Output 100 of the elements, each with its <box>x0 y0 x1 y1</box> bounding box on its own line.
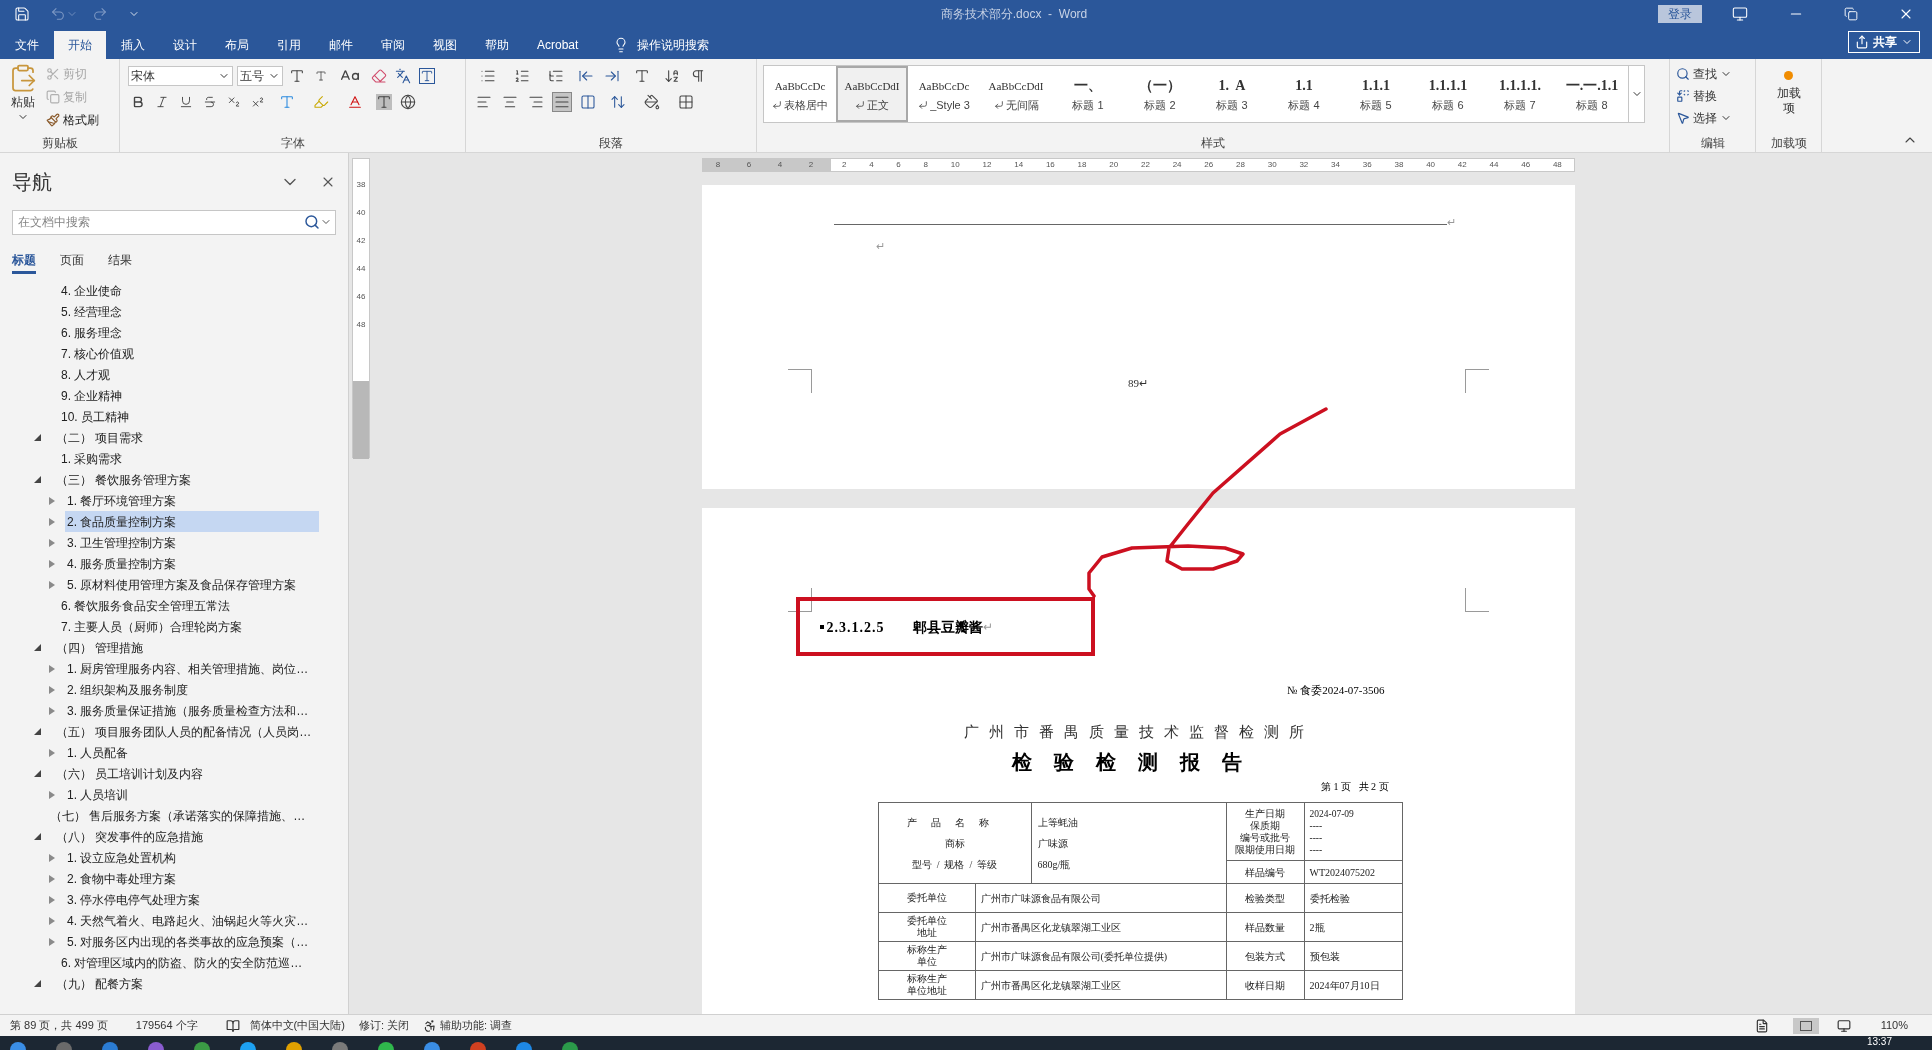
numbering-icon[interactable] <box>514 68 530 84</box>
strikethrough-icon[interactable] <box>203 95 217 109</box>
ribbon-tab[interactable]: 布局 <box>212 31 262 59</box>
style-item[interactable]: 一.一.1.1 标题 8 <box>1556 66 1628 122</box>
zoom-level[interactable]: 110% <box>1880 1017 1908 1034</box>
ribbon-tab[interactable]: 文件 <box>2 31 52 59</box>
page-count[interactable]: 第 89 页，共 499 页 <box>10 1017 108 1034</box>
ribbon-tab[interactable]: 插入 <box>108 31 158 59</box>
collapsed-triangle-icon[interactable] <box>49 748 55 757</box>
nav-tab[interactable]: 结果 <box>108 248 132 274</box>
taskbar-app-icon[interactable] <box>102 1042 118 1050</box>
subscript-icon[interactable] <box>227 95 241 109</box>
clipboard-action[interactable]: 格式刷 <box>46 109 99 130</box>
taskbar-app-icon[interactable] <box>148 1042 164 1050</box>
tell-me-search[interactable]: 操作说明搜索 <box>637 36 710 54</box>
phonetic-guide-icon[interactable] <box>395 68 411 84</box>
taskbar-app-icon[interactable] <box>470 1042 486 1050</box>
nav-heading-item[interactable]: 4. 服务质量控制方案 <box>65 553 177 574</box>
show-marks-icon[interactable] <box>690 68 706 84</box>
taskbar-app-icon[interactable] <box>378 1042 394 1050</box>
restore-icon[interactable] <box>1844 6 1858 21</box>
nav-heading-item[interactable]: 6. 服务理念 <box>59 322 123 343</box>
taskbar-app-icon[interactable] <box>516 1042 532 1050</box>
print-layout-icon[interactable] <box>1792 1017 1819 1034</box>
nav-heading-item[interactable]: （四） 管理措施 <box>54 637 144 658</box>
increase-indent-icon[interactable] <box>604 68 620 84</box>
nav-heading-item[interactable]: 5. 对服务区内出现的各类事故的应急预案（… <box>65 931 309 952</box>
ribbon-tab[interactable]: 视图 <box>420 31 470 59</box>
bullets-icon[interactable] <box>480 68 496 84</box>
style-item[interactable]: AaBbCcDc _Style 3 <box>908 66 980 122</box>
collapsed-triangle-icon[interactable] <box>49 517 55 526</box>
collapsed-triangle-icon[interactable] <box>49 706 55 715</box>
nav-heading-item[interactable]: （九） 配餐方案 <box>54 973 144 994</box>
collapsed-triangle-icon[interactable] <box>49 916 55 925</box>
nav-heading-item[interactable]: 1. 人员培训 <box>65 784 129 805</box>
nav-heading-item[interactable]: 7. 主要人员（厨师）合理轮岗方案 <box>59 616 243 637</box>
expanded-triangle-icon[interactable] <box>34 980 41 987</box>
justify-icon[interactable] <box>554 94 570 110</box>
language-status[interactable]: 简体中文(中国大陆) <box>249 1017 345 1034</box>
nav-heading-item[interactable]: 2. 食物中毒处理方案 <box>65 868 177 889</box>
taskbar-app-icon[interactable] <box>10 1042 26 1050</box>
underline-icon[interactable] <box>179 95 193 109</box>
style-item[interactable]: AaBbCcDdI 正文 <box>836 66 908 122</box>
style-item[interactable]: 1.1.1.1 标题 6 <box>1412 66 1484 122</box>
nav-heading-item[interactable]: 4. 天然气着火、电路起火、油锅起火等火灾… <box>65 910 309 931</box>
shading-icon[interactable] <box>644 94 660 110</box>
nav-heading-item[interactable]: （三） 餐饮服务管理方案 <box>54 469 192 490</box>
nav-heading-item[interactable]: 1. 厨房管理服务内容、相关管理措施、岗位… <box>65 658 309 679</box>
search-field[interactable]: 在文档中搜索 <box>12 209 336 235</box>
character-shading-icon[interactable] <box>376 94 392 110</box>
ribbon-display-icon[interactable] <box>1732 5 1748 22</box>
web-layout-icon[interactable] <box>1836 1018 1851 1033</box>
collapsed-triangle-icon[interactable] <box>49 685 55 694</box>
search-icon[interactable] <box>304 214 320 230</box>
nav-heading-item[interactable]: 8. 人才观 <box>59 364 111 385</box>
expanded-triangle-icon[interactable] <box>34 644 41 651</box>
addins-button[interactable]: 加载项 <box>1771 65 1806 134</box>
nav-heading-item[interactable]: 7. 核心价值观 <box>59 343 135 364</box>
nav-heading-item[interactable]: 1. 人员配备 <box>65 742 129 763</box>
expanded-triangle-icon[interactable] <box>34 770 41 777</box>
editing-action[interactable]: 查找 <box>1676 63 1749 85</box>
taskbar-app-icon[interactable] <box>424 1042 440 1050</box>
taskbar-app-icon[interactable] <box>194 1042 210 1050</box>
paste-button[interactable]: 粘贴 <box>6 63 40 134</box>
ribbon-tab[interactable]: 审阅 <box>368 31 418 59</box>
sort-icon[interactable] <box>664 68 680 84</box>
collapsed-triangle-icon[interactable] <box>49 790 55 799</box>
expanded-triangle-icon[interactable] <box>34 434 41 441</box>
nav-heading-item[interactable]: 1. 采购需求 <box>59 448 123 469</box>
nav-heading-item[interactable]: 10. 员工精神 <box>59 406 129 427</box>
align-center-icon[interactable] <box>502 94 518 110</box>
word-count[interactable]: 179564 个字 <box>135 1017 198 1034</box>
collapsed-triangle-icon[interactable] <box>49 895 55 904</box>
style-item[interactable]: 1. A 标题 3 <box>1196 66 1268 122</box>
taskbar-app-icon[interactable] <box>240 1042 256 1050</box>
ribbon-tab[interactable]: 帮助 <box>472 31 522 59</box>
nav-heading-item[interactable]: 1. 餐厅环境管理方案 <box>65 490 177 511</box>
collapsed-triangle-icon[interactable] <box>49 937 55 946</box>
style-item[interactable]: AaBbCcDdI 无间隔 <box>980 66 1052 122</box>
accessibility-icon[interactable] <box>423 1018 438 1033</box>
line-spacing-icon[interactable] <box>610 94 626 110</box>
ribbon-tab[interactable]: 设计 <box>160 31 210 59</box>
nav-heading-item[interactable]: 3. 卫生管理控制方案 <box>65 532 177 553</box>
style-item[interactable]: （一） 标题 2 <box>1124 66 1196 122</box>
nav-heading-item[interactable]: 6. 对管理区域内的防盗、防火的安全防范巡… <box>59 952 303 973</box>
taskbar-app-icon[interactable] <box>562 1042 578 1050</box>
editing-action[interactable]: 选择 <box>1676 107 1749 129</box>
ribbon-tab[interactable]: Acrobat <box>524 31 592 59</box>
eraser-icon[interactable] <box>371 68 387 84</box>
collapsed-triangle-icon[interactable] <box>49 538 55 547</box>
nav-heading-item[interactable]: 1. 设立应急处置机构 <box>65 847 177 868</box>
expanded-triangle-icon[interactable] <box>34 728 41 735</box>
proofing-icon[interactable] <box>225 1018 240 1033</box>
borders-icon[interactable] <box>678 94 694 110</box>
nav-heading-item[interactable]: 3. 服务质量保证措施（服务质量检查方法和… <box>65 700 309 721</box>
font-name-field[interactable]: 宋体 <box>128 66 233 86</box>
expanded-triangle-icon[interactable] <box>34 476 41 483</box>
bold-icon[interactable] <box>131 95 145 109</box>
nav-heading-item[interactable]: （七） 售后服务方案（承诺落实的保障措施、… <box>48 805 306 826</box>
nav-heading-item[interactable]: （二） 项目需求 <box>54 427 144 448</box>
